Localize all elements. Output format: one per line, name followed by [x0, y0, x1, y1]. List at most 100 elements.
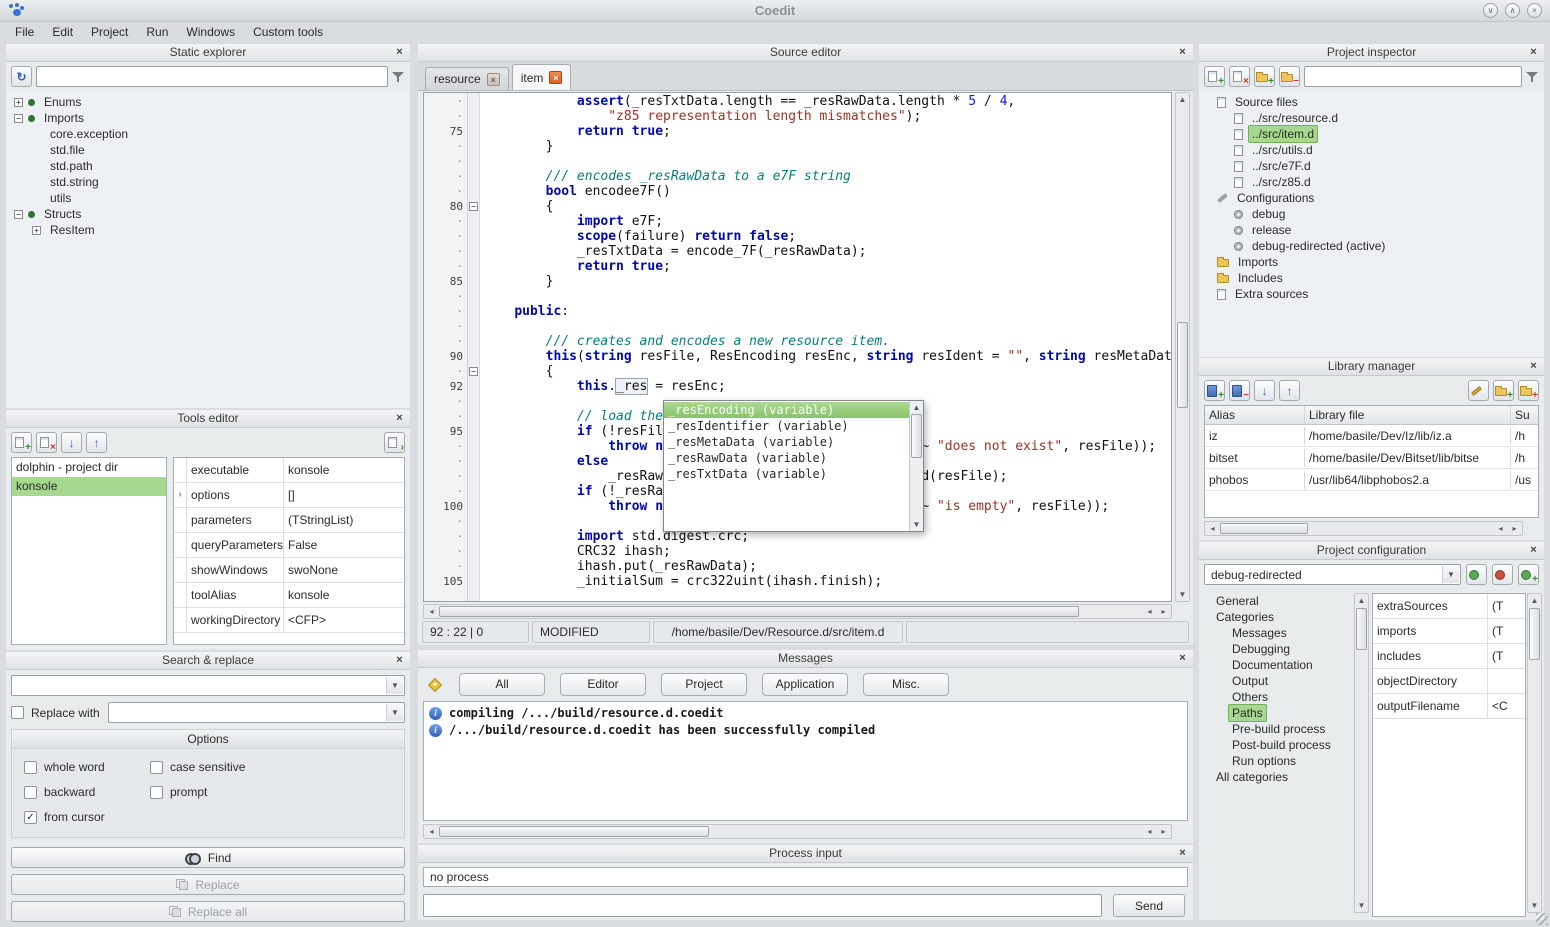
library-column-header[interactable]: Library file: [1305, 406, 1511, 424]
collapse-icon[interactable]: −: [14, 210, 23, 219]
scroll-up-icon[interactable]: ▲: [910, 401, 923, 414]
maximize-window-icon[interactable]: ∧: [1505, 3, 1520, 18]
completion-item[interactable]: _resTxtData (variable): [664, 466, 909, 482]
category-node[interactable]: Run options: [1204, 753, 1354, 769]
remove-tool-button[interactable]: ×: [36, 432, 57, 453]
category-node[interactable]: Paths: [1204, 705, 1354, 721]
tool-item[interactable]: dolphin - project dir: [12, 458, 166, 477]
filter-icon[interactable]: [392, 71, 405, 83]
project-node[interactable]: Extra sources: [1199, 286, 1544, 302]
add-configuration-button[interactable]: +: [1518, 564, 1539, 585]
properties-vscrollbar[interactable]: ▲ ▼: [1527, 593, 1542, 913]
move-library-down-button[interactable]: ↓: [1254, 380, 1275, 401]
scroll-down-icon[interactable]: ▼: [1176, 588, 1189, 601]
find-button[interactable]: Find: [11, 847, 405, 868]
symbol-filter-input[interactable]: [36, 66, 388, 87]
symbol-node[interactable]: core.exception: [6, 126, 410, 142]
categories-vscrollbar[interactable]: ▲ ▼: [1354, 593, 1369, 913]
category-node[interactable]: All categories: [1204, 769, 1354, 785]
close-panel-icon[interactable]: ×: [1527, 46, 1540, 59]
symbol-node[interactable]: +ResItem: [6, 222, 410, 238]
remove-configuration-button[interactable]: [1492, 564, 1513, 585]
menu-item-run[interactable]: Run: [137, 24, 177, 41]
category-node[interactable]: Output: [1204, 673, 1354, 689]
option-categories-tree[interactable]: GeneralCategoriesMessagesDebuggingDocume…: [1204, 589, 1354, 917]
scrollbar-thumb[interactable]: [1220, 523, 1308, 534]
scroll-up-icon[interactable]: ▲: [1355, 594, 1368, 607]
scrollbar-thumb[interactable]: [1177, 322, 1188, 408]
library-hscrollbar[interactable]: ◂ ◂ ▸: [1204, 521, 1523, 536]
scroll-right-icon[interactable]: ▸: [1157, 605, 1170, 618]
scroll-down-icon[interactable]: ▼: [1355, 899, 1368, 912]
replace-with-checkbox[interactable]: Replace with: [11, 706, 100, 720]
scrollbar-thumb[interactable]: [439, 606, 1079, 617]
checkbox-prompt[interactable]: prompt: [150, 785, 400, 799]
library-from-file-button[interactable]: +: [1493, 380, 1514, 401]
config-prop-value[interactable]: (T: [1488, 594, 1525, 618]
tool-item[interactable]: konsole: [12, 477, 166, 496]
search-combo[interactable]: ▼: [11, 675, 405, 696]
scrollbar-thumb[interactable]: [439, 826, 709, 837]
editor-hscrollbar[interactable]: ◂ ◂ ▸: [423, 604, 1172, 619]
library-row[interactable]: bitset/home/basile/Dev/Bitset/lib/bitse/…: [1205, 447, 1538, 469]
messages-hscrollbar[interactable]: ◂ ◂ ▸: [423, 824, 1172, 839]
scroll-left-icon[interactable]: ◂: [1143, 825, 1156, 838]
close-window-icon[interactable]: ×: [1527, 3, 1542, 18]
scrollbar-thumb[interactable]: [1529, 608, 1540, 660]
tab-close-icon[interactable]: ×: [549, 71, 562, 84]
checkbox-whole-word[interactable]: whole word: [24, 760, 142, 774]
process-input-field[interactable]: [423, 894, 1102, 917]
project-tree[interactable]: Source files../src/resource.d../src/item…: [1199, 91, 1544, 357]
project-filter-input[interactable]: [1304, 66, 1522, 87]
editor-tab-resource[interactable]: resource×: [425, 67, 509, 90]
messages-filter-misc[interactable]: Misc.: [863, 673, 949, 696]
checkbox-from-cursor[interactable]: ✓from cursor: [24, 810, 142, 824]
completion-item[interactable]: _resIdentifier (variable): [664, 418, 909, 434]
tools-list[interactable]: dolphin - project dirkonsole: [11, 457, 167, 645]
message-row[interactable]: icompiling /.../build/resource.d.coedit: [424, 705, 1187, 722]
refresh-button[interactable]: ↻: [11, 66, 32, 87]
editor-vscrollbar[interactable]: ▲ ▼: [1175, 92, 1190, 602]
menu-item-edit[interactable]: Edit: [43, 24, 82, 41]
category-node[interactable]: General: [1204, 593, 1354, 609]
checkbox-backward[interactable]: backward: [24, 785, 142, 799]
configuration-selector[interactable]: debug-redirected▼: [1204, 564, 1461, 585]
edit-library-button[interactable]: [1468, 380, 1489, 401]
remove-folder-button[interactable]: −: [1279, 66, 1300, 87]
project-node[interactable]: debug-redirected (active): [1199, 238, 1544, 254]
remove-source-button[interactable]: ×: [1229, 66, 1250, 87]
tab-close-icon[interactable]: ×: [487, 73, 500, 86]
project-node[interactable]: ../src/item.d: [1199, 126, 1544, 142]
scroll-up-icon[interactable]: ▲: [1176, 93, 1189, 106]
tool-prop-value[interactable]: <CFP>: [284, 608, 404, 632]
completion-scrollbar[interactable]: ▲ ▼: [909, 401, 923, 531]
scrollbar-thumb[interactable]: [1356, 608, 1367, 650]
completion-item[interactable]: _resRawData (variable): [664, 450, 909, 466]
scroll-down-icon[interactable]: ▼: [910, 518, 923, 531]
library-column-header[interactable]: Alias: [1205, 406, 1305, 424]
expand-icon[interactable]: +: [14, 98, 23, 107]
close-panel-icon[interactable]: ×: [1176, 847, 1189, 860]
move-tool-up-button[interactable]: ↑: [86, 432, 107, 453]
add-source-button[interactable]: +: [1204, 66, 1225, 87]
project-node[interactable]: Imports: [1199, 254, 1544, 270]
project-node[interactable]: Configurations: [1199, 190, 1544, 206]
messages-filter-all[interactable]: All: [459, 673, 545, 696]
chevron-down-icon[interactable]: ▼: [1442, 566, 1459, 583]
category-node[interactable]: Pre-build process: [1204, 721, 1354, 737]
project-node[interactable]: debug: [1199, 206, 1544, 222]
replace-all-button[interactable]: Replace all: [11, 901, 405, 922]
close-panel-icon[interactable]: ×: [1176, 652, 1189, 665]
scroll-right-icon[interactable]: ▸: [1157, 825, 1170, 838]
resize-grip[interactable]: [1536, 913, 1548, 925]
menu-item-file[interactable]: File: [6, 24, 43, 41]
add-folder-button[interactable]: +: [1254, 66, 1275, 87]
symbol-node[interactable]: std.string: [6, 174, 410, 190]
collapse-icon[interactable]: −: [14, 114, 23, 123]
project-node[interactable]: ../src/e7F.d: [1199, 158, 1544, 174]
category-node[interactable]: Others: [1204, 689, 1354, 705]
symbol-tree[interactable]: +Enums−Importscore.exceptionstd.filestd.…: [6, 91, 410, 408]
symbol-node[interactable]: utils: [6, 190, 410, 206]
project-node[interactable]: ../src/resource.d: [1199, 110, 1544, 126]
scroll-left-icon[interactable]: ◂: [425, 825, 438, 838]
